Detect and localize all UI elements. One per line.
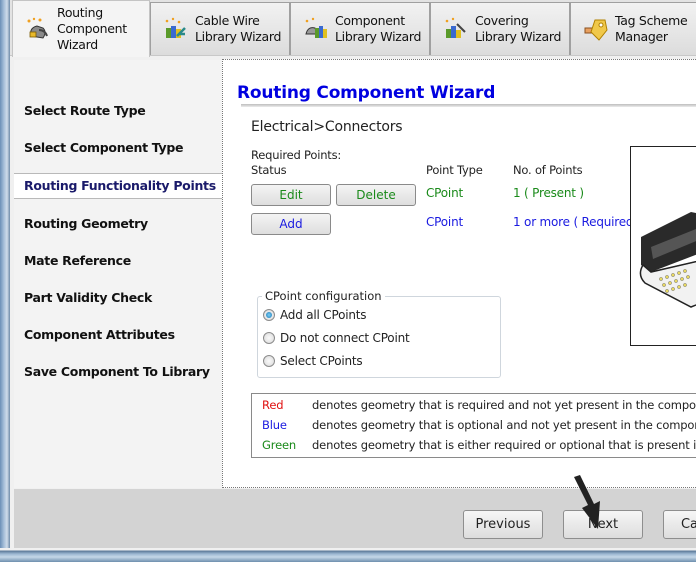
- legend-description: denotes geometry that is optional and no…: [312, 418, 696, 432]
- component-library-icon: [305, 17, 327, 38]
- tab-bar: Routing Component Wizard Cable Wire Libr…: [10, 0, 696, 57]
- tab-label-line: Library Wizard: [195, 29, 282, 44]
- add-button[interactable]: Add: [251, 213, 331, 235]
- tab-label: Cable Wire Library Wizard: [195, 13, 281, 45]
- legend-row-red: Red denotes geometry that is required and…: [262, 396, 696, 414]
- legend-key: Blue: [262, 418, 287, 432]
- required-points-label: Required Points:: [251, 148, 342, 162]
- tab-label-line: Component: [335, 13, 405, 28]
- sidebar-item-mate-reference[interactable]: Mate Reference: [14, 248, 222, 274]
- tab-label-line: Manager: [615, 29, 668, 44]
- cancel-button[interactable]: Cancel: [663, 510, 696, 539]
- page-title: Routing Component Wizard: [237, 83, 496, 103]
- wizard-content-panel: Routing Component Wizard Electrical>Conn…: [222, 59, 696, 488]
- tab-label-line: Wizard: [57, 37, 98, 52]
- delete-button[interactable]: Delete: [336, 184, 416, 206]
- radio-button[interactable]: [263, 355, 275, 367]
- num-points-value: 1 ( Present ): [513, 186, 584, 200]
- tab-label: Covering Library Wizard: [475, 13, 561, 45]
- tab-label-line: Library Wizard: [335, 29, 422, 44]
- radio-label: Do not connect CPoint: [280, 331, 410, 345]
- tab-label: Tag Scheme Manager: [615, 13, 688, 45]
- tab-cable-wire-library-wizard[interactable]: Cable Wire Library Wizard: [150, 2, 290, 55]
- tab-label-line: Component: [57, 21, 127, 36]
- wizard-steps-sidebar: Select Route Type Select Component Type …: [14, 60, 222, 488]
- breadcrumb: Electrical>Connectors: [251, 119, 403, 135]
- cable-wire-library-icon: [165, 17, 186, 38]
- tab-label-line: Cable Wire: [195, 13, 260, 28]
- connector-preview-image: [630, 146, 696, 346]
- next-button[interactable]: Next: [563, 510, 643, 539]
- previous-button[interactable]: Previous: [463, 510, 543, 539]
- tab-label-line: Covering: [475, 13, 529, 28]
- routing-wizard-icon: [27, 17, 48, 39]
- radio-add-all-cpoints[interactable]: Add all CPoints: [263, 306, 367, 324]
- legend-key: Red: [262, 398, 284, 412]
- color-legend-box: Red denotes geometry that is required and…: [251, 393, 696, 458]
- legend-key: Green: [262, 438, 297, 452]
- sidebar-item-routing-geometry[interactable]: Routing Geometry: [14, 211, 222, 237]
- wizard-footer: Previous Next Cancel: [14, 489, 696, 548]
- window-frame-bottom: [0, 548, 696, 562]
- num-points-column-header: No. of Points: [513, 163, 583, 177]
- tab-label-line: Library Wizard: [475, 29, 562, 44]
- sidebar-item-routing-functionality-points[interactable]: Routing Functionality Points: [14, 173, 222, 199]
- cpoint-configuration-group: CPoint configuration Add all CPoints Do …: [257, 289, 501, 378]
- point-type-value: CPoint: [426, 186, 463, 200]
- tab-tag-scheme-manager[interactable]: Tag Scheme Manager: [570, 2, 696, 55]
- legend-description: denotes geometry that is either required…: [312, 438, 696, 452]
- status-column-header: Status: [251, 163, 287, 177]
- point-type-column-header: Point Type: [426, 163, 483, 177]
- tab-covering-library-wizard[interactable]: Covering Library Wizard: [430, 2, 570, 55]
- wizard-window: Routing Component Wizard Cable Wire Libr…: [10, 0, 696, 548]
- tab-routing-component-wizard[interactable]: Routing Component Wizard: [12, 0, 150, 57]
- edit-button[interactable]: Edit: [251, 184, 331, 206]
- sidebar-item-save-component-to-library[interactable]: Save Component To Library: [14, 359, 222, 385]
- tab-component-library-wizard[interactable]: Component Library Wizard: [290, 2, 430, 55]
- num-points-value: 1 or more ( Required ): [513, 215, 642, 229]
- window-frame-left: [0, 0, 10, 562]
- cpoint-configuration-legend: CPoint configuration: [262, 289, 385, 303]
- point-type-value: CPoint: [426, 215, 463, 229]
- tab-label: Routing Component Wizard: [57, 5, 127, 53]
- radio-select-cpoints[interactable]: Select CPoints: [263, 352, 363, 370]
- legend-row-green: Green denotes geometry that is either req…: [262, 436, 696, 454]
- tab-label: Component Library Wizard: [335, 13, 421, 45]
- sidebar-item-part-validity-check[interactable]: Part Validity Check: [14, 285, 222, 311]
- radio-button[interactable]: [263, 309, 275, 321]
- radio-button[interactable]: [263, 332, 275, 344]
- sidebar-item-component-attributes[interactable]: Component Attributes: [14, 322, 222, 348]
- legend-description: denotes geometry that is required and no…: [312, 398, 696, 412]
- radio-do-not-connect-cpoint[interactable]: Do not connect CPoint: [263, 329, 410, 347]
- legend-row-blue: Blue denotes geometry that is optional an…: [262, 416, 696, 434]
- sidebar-item-select-component-type[interactable]: Select Component Type: [14, 135, 222, 161]
- radio-label: Add all CPoints: [280, 308, 367, 322]
- covering-library-icon: [445, 17, 466, 38]
- sidebar-item-select-route-type[interactable]: Select Route Type: [14, 98, 222, 124]
- tag-scheme-icon: [584, 19, 608, 41]
- radio-label: Select CPoints: [280, 354, 363, 368]
- title-underline: [241, 104, 696, 107]
- tab-label-line: Routing: [57, 5, 103, 20]
- connector-icon: [639, 212, 696, 308]
- tab-label-line: Tag Scheme: [615, 13, 688, 28]
